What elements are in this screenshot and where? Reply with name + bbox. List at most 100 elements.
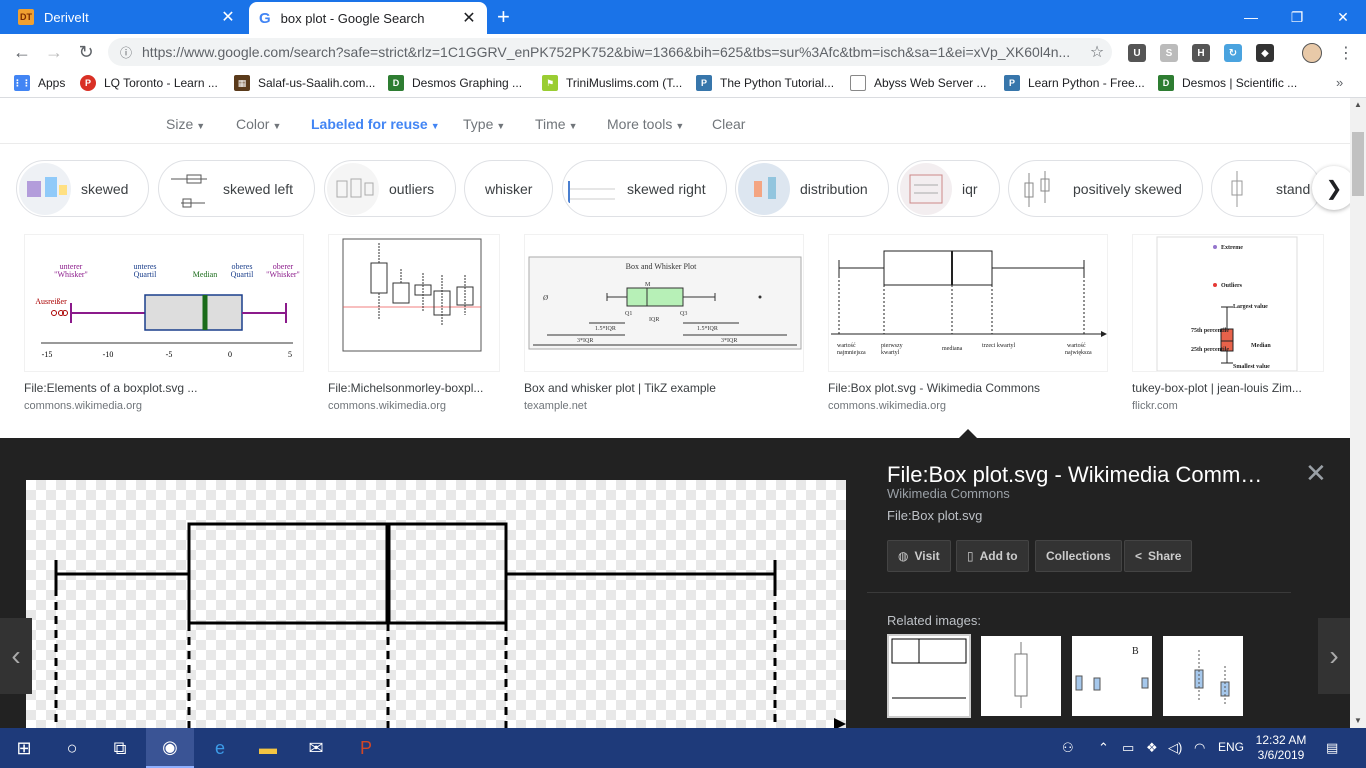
volume-icon[interactable]: ◁) — [1168, 740, 1182, 756]
search-icon[interactable]: ○ — [48, 728, 96, 768]
info-icon[interactable]: ⓘ — [120, 44, 132, 61]
result-image[interactable]: Box and Whisker Plot Ø M Q1 Q3 IQR 1.5*I… — [524, 234, 804, 372]
bookmark-lq-toronto[interactable]: P LQ Toronto - Learn ... — [80, 75, 218, 91]
bookmark-apps[interactable]: ⋮⋮ Apps — [13, 75, 65, 91]
taskbar-clock[interactable]: 12:32 AM 3/6/2019 — [1250, 733, 1312, 763]
chip-distribution[interactable]: distribution — [735, 160, 889, 217]
edge-icon[interactable]: e — [196, 728, 244, 768]
chip-stand[interactable]: stand — [1211, 160, 1321, 217]
bookmark-abyss[interactable]: Abyss Web Server ... — [850, 75, 986, 91]
result-title[interactable]: File:Elements of a boxplot.svg ... — [24, 381, 304, 395]
chevron-up-icon[interactable]: ⌃ — [1098, 740, 1109, 756]
tool-labeled-for-reuse[interactable]: Labeled for reuse ▼ — [311, 116, 440, 132]
viewer-title[interactable]: File:Box plot.svg - Wikimedia Comm… — [887, 462, 1267, 488]
result-image[interactable]: Extreme Outliers Largest value 75th perc… — [1132, 234, 1324, 372]
tool-more-tools[interactable]: More tools ▼ — [607, 116, 684, 132]
wifi-icon[interactable]: ◠ — [1194, 740, 1205, 756]
chevron-right-icon[interactable]: » — [1336, 75, 1343, 90]
scroll-down-icon[interactable]: ▼ — [1354, 716, 1362, 725]
back-icon[interactable]: ← — [10, 40, 34, 64]
tool-time[interactable]: Time ▼ — [535, 116, 578, 132]
window-close-icon[interactable]: ✕ — [1320, 0, 1366, 34]
related-image[interactable] — [981, 636, 1061, 716]
coinbase-extension-icon[interactable]: ◆ — [1256, 44, 1274, 62]
chrome-icon[interactable]: ◉ — [146, 728, 194, 768]
chip-skewed-left[interactable]: skewed left — [158, 160, 315, 217]
reload-icon[interactable]: ↻ — [74, 40, 98, 64]
powerpoint-icon[interactable]: P — [342, 728, 390, 768]
forward-icon[interactable]: → — [42, 40, 66, 64]
chip-whisker[interactable]: whisker — [464, 160, 553, 217]
result-image[interactable] — [328, 234, 500, 372]
viewer-site[interactable]: Wikimedia Commons — [887, 486, 1010, 501]
chip-outliers[interactable]: outliers — [324, 160, 456, 217]
chip-positively-skewed[interactable]: positively skewed — [1008, 160, 1203, 217]
result-title[interactable]: File:Michelsonmorley-boxpl... — [328, 381, 500, 395]
bookmark-salaf[interactable]: ▦ Salaf-us-Saalih.com... — [234, 75, 375, 91]
ublock-icon[interactable]: U — [1128, 44, 1146, 62]
chevron-right-icon[interactable]: › — [1318, 618, 1350, 694]
collections-button[interactable]: Collections — [1035, 540, 1122, 572]
related-image[interactable] — [887, 634, 971, 718]
bookmark-learn-python[interactable]: P Learn Python - Free... — [1004, 75, 1145, 91]
menu-icon[interactable]: ⋮ — [1338, 43, 1354, 63]
result-title[interactable]: File:Box plot.svg - Wikimedia Commons — [828, 381, 1108, 395]
tool-size[interactable]: Size ▼ — [166, 116, 205, 132]
h-extension-icon[interactable]: H — [1192, 44, 1210, 62]
language-indicator[interactable]: ENG — [1218, 740, 1244, 754]
result-item[interactable]: File:Michelsonmorley-boxpl... commons.wi… — [328, 234, 500, 412]
bookmark-trinimuslims[interactable]: ⚑ TriniMuslims.com (T... — [542, 75, 682, 91]
result-item[interactable]: Extreme Outliers Largest value 75th perc… — [1132, 234, 1324, 412]
url-text[interactable]: https://www.google.com/search?safe=stric… — [142, 44, 1082, 60]
file-explorer-icon[interactable]: ▬ — [244, 728, 292, 768]
restore-icon[interactable]: ❐ — [1274, 0, 1320, 34]
bookmark-star-icon[interactable]: ☆ — [1082, 42, 1112, 62]
result-item[interactable]: unterer "Whisker" unteres Quartil Median… — [24, 234, 304, 412]
mail-icon[interactable]: ✉ — [292, 728, 340, 768]
close-icon[interactable]: ✕ — [461, 8, 477, 28]
dropbox-icon[interactable]: ❖ — [1146, 740, 1158, 756]
scroll-up-icon[interactable]: ▲ — [1354, 100, 1362, 109]
result-image[interactable]: wartość najmniejsza pierwszy kwartyl med… — [828, 234, 1108, 372]
bookmark-desmos-graphing[interactable]: D Desmos Graphing ... — [388, 75, 522, 91]
scrollbar-thumb[interactable] — [1352, 132, 1364, 196]
notification-icon[interactable]: ▤ — [1326, 740, 1338, 756]
result-item[interactable]: Box and Whisker Plot Ø M Q1 Q3 IQR 1.5*I… — [524, 234, 804, 412]
tool-clear[interactable]: Clear — [712, 116, 745, 132]
share-button[interactable]: < Share — [1124, 540, 1193, 572]
sync-extension-icon[interactable]: ↻ — [1224, 44, 1242, 62]
close-icon[interactable]: ✕ — [1305, 458, 1327, 489]
tab-box-plot-search[interactable]: G box plot - Google Search ✕ — [249, 2, 487, 34]
add-to-button[interactable]: ▯ Add to — [956, 540, 1029, 572]
result-image[interactable]: unterer "Whisker" unteres Quartil Median… — [24, 234, 304, 372]
preview-image[interactable] — [26, 480, 846, 728]
visit-button[interactable]: ◍ Visit — [887, 540, 951, 572]
bookmark-python-tutorial[interactable]: P The Python Tutorial... — [696, 75, 834, 91]
related-image[interactable]: B — [1072, 636, 1152, 716]
related-image[interactable] — [1163, 636, 1243, 716]
chip-skewed-right[interactable]: skewed right — [562, 160, 727, 217]
minimize-icon[interactable]: ― — [1228, 0, 1274, 34]
people-icon[interactable]: ⚇ — [1062, 740, 1074, 756]
close-icon[interactable]: ✕ — [220, 7, 236, 27]
address-bar[interactable]: ⓘ https://www.google.com/search?safe=str… — [108, 38, 1112, 66]
profile-avatar[interactable] — [1302, 43, 1322, 63]
battery-icon[interactable]: ▭ — [1122, 740, 1134, 756]
tab-deriveit[interactable]: DT DeriveIt ✕ — [8, 0, 246, 34]
bookmark-label: TriniMuslims.com (T... — [566, 76, 683, 90]
page-scrollbar[interactable]: ▲ ▼ — [1350, 98, 1366, 728]
result-title[interactable]: tukey-box-plot | jean-louis Zim... — [1132, 381, 1316, 395]
chip-skewed[interactable]: skewed — [16, 160, 149, 217]
result-item[interactable]: wartość najmniejsza pierwszy kwartyl med… — [828, 234, 1108, 412]
windows-start-icon[interactable]: ⊞ — [0, 728, 48, 768]
bookmark-desmos-scientific[interactable]: D Desmos | Scientific ... — [1158, 75, 1297, 91]
chip-iqr[interactable]: iqr — [897, 160, 1000, 217]
skype-icon[interactable]: S — [1160, 44, 1178, 62]
tool-color[interactable]: Color ▼ — [236, 116, 281, 132]
task-view-icon[interactable]: ⧉ — [96, 728, 144, 768]
chip-thumbnail — [19, 162, 71, 215]
chevron-left-icon[interactable]: ‹ — [0, 618, 32, 694]
tool-type[interactable]: Type ▼ — [463, 116, 505, 132]
result-title[interactable]: Box and whisker plot | TikZ example — [524, 381, 804, 395]
new-tab-icon[interactable]: + — [497, 4, 510, 30]
